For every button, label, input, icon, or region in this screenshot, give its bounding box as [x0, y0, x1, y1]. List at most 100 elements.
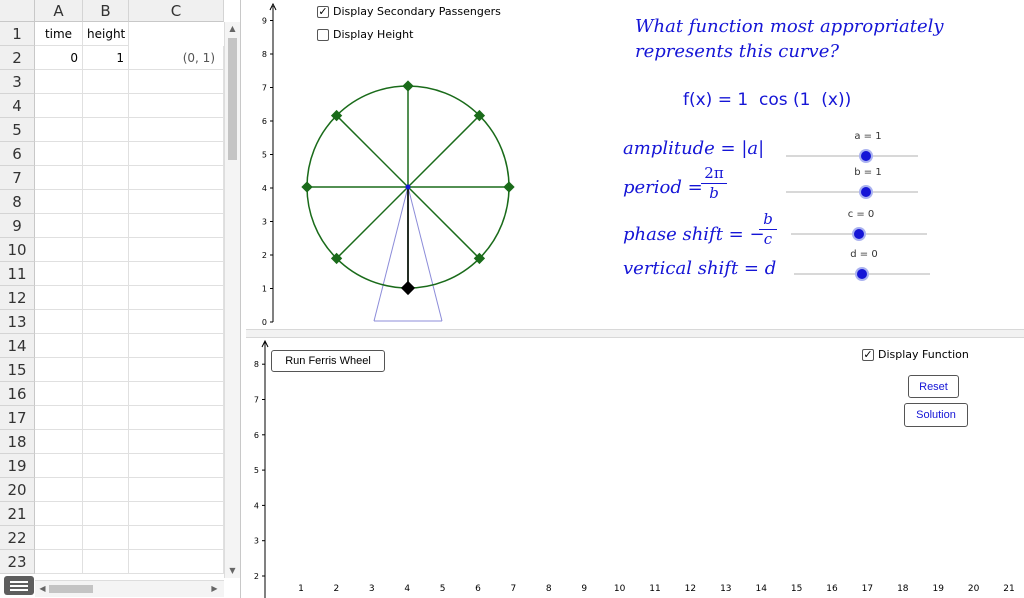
- cell-c16[interactable]: [129, 382, 224, 406]
- horizontal-scrollbar[interactable]: ◀ ▶: [35, 580, 224, 597]
- panel-divider[interactable]: [246, 329, 1024, 338]
- row-header-11[interactable]: 11: [0, 262, 35, 286]
- cell-a17[interactable]: [35, 406, 83, 430]
- solution-button[interactable]: Solution: [904, 403, 968, 427]
- cell-c14[interactable]: [129, 334, 224, 358]
- cell-a23[interactable]: [35, 550, 83, 574]
- cell-b5[interactable]: [83, 118, 129, 142]
- cell-a7[interactable]: [35, 166, 83, 190]
- cell-a16[interactable]: [35, 382, 83, 406]
- cell-c2[interactable]: (0, 1): [129, 46, 224, 70]
- column-header-a[interactable]: A: [35, 0, 83, 22]
- row-header-3[interactable]: 3: [0, 70, 35, 94]
- vertical-scroll-thumb[interactable]: [228, 38, 237, 160]
- cell-a15[interactable]: [35, 358, 83, 382]
- cell-b19[interactable]: [83, 454, 129, 478]
- cell-b23[interactable]: [83, 550, 129, 574]
- cell-b4[interactable]: [83, 94, 129, 118]
- cell-a5[interactable]: [35, 118, 83, 142]
- run-ferris-wheel-button[interactable]: Run Ferris Wheel: [271, 350, 385, 372]
- row-header-19[interactable]: 19: [0, 454, 35, 478]
- row-header-21[interactable]: 21: [0, 502, 35, 526]
- cell-a4[interactable]: [35, 94, 83, 118]
- cell-c8[interactable]: [129, 190, 224, 214]
- keyboard-icon[interactable]: [4, 576, 34, 595]
- scroll-down-arrow-icon[interactable]: ▼: [225, 566, 240, 575]
- cell-c9[interactable]: [129, 214, 224, 238]
- cell-c12[interactable]: [129, 286, 224, 310]
- row-header-16[interactable]: 16: [0, 382, 35, 406]
- checkbox-unchecked-icon[interactable]: [317, 28, 329, 41]
- cell-b7[interactable]: [83, 166, 129, 190]
- row-header-8[interactable]: 8: [0, 190, 35, 214]
- slider-d[interactable]: [792, 264, 932, 284]
- cell-c13[interactable]: [129, 310, 224, 334]
- display-function-checkbox[interactable]: ✓ Display Function: [862, 348, 969, 361]
- cell-b15[interactable]: [83, 358, 129, 382]
- row-header-17[interactable]: 17: [0, 406, 35, 430]
- cell-b21[interactable]: [83, 502, 129, 526]
- cell-a20[interactable]: [35, 478, 83, 502]
- cell-a3[interactable]: [35, 70, 83, 94]
- scroll-right-arrow-icon[interactable]: ▶: [207, 584, 222, 593]
- row-header-2[interactable]: 2: [0, 46, 35, 70]
- slider-b[interactable]: [784, 182, 920, 202]
- row-header-5[interactable]: 5: [0, 118, 35, 142]
- cell-c23[interactable]: [129, 550, 224, 574]
- cell-a8[interactable]: [35, 190, 83, 214]
- cell-a11[interactable]: [35, 262, 83, 286]
- scroll-up-arrow-icon[interactable]: ▲: [225, 24, 240, 33]
- cell-a14[interactable]: [35, 334, 83, 358]
- cell-b9[interactable]: [83, 214, 129, 238]
- cell-a19[interactable]: [35, 454, 83, 478]
- row-header-18[interactable]: 18: [0, 430, 35, 454]
- cell-a22[interactable]: [35, 526, 83, 550]
- cell-b14[interactable]: [83, 334, 129, 358]
- cell-a9[interactable]: [35, 214, 83, 238]
- row-header-6[interactable]: 6: [0, 142, 35, 166]
- reset-button[interactable]: Reset: [908, 375, 959, 398]
- vertical-scrollbar[interactable]: ▲ ▼: [224, 22, 240, 578]
- cell-c3[interactable]: [129, 70, 224, 94]
- cell-b3[interactable]: [83, 70, 129, 94]
- slider-c[interactable]: [789, 224, 929, 244]
- cell-c21[interactable]: [129, 502, 224, 526]
- checkbox-checked-icon[interactable]: ✓: [862, 348, 874, 361]
- row-header-12[interactable]: 12: [0, 286, 35, 310]
- sheet-corner[interactable]: [0, 0, 35, 22]
- cell-c5[interactable]: [129, 118, 224, 142]
- horizontal-scroll-thumb[interactable]: [49, 585, 93, 593]
- cell-b20[interactable]: [83, 478, 129, 502]
- cell-a6[interactable]: [35, 142, 83, 166]
- column-header-c[interactable]: C: [129, 0, 224, 22]
- cell-a13[interactable]: [35, 310, 83, 334]
- passenger-car[interactable]: [402, 80, 414, 92]
- cell-b1[interactable]: height: [83, 22, 129, 46]
- cell-a21[interactable]: [35, 502, 83, 526]
- cell-c19[interactable]: [129, 454, 224, 478]
- row-header-14[interactable]: 14: [0, 334, 35, 358]
- display-height-checkbox[interactable]: Display Height: [317, 28, 413, 41]
- passenger-car[interactable]: [301, 181, 313, 193]
- cell-c10[interactable]: [129, 238, 224, 262]
- row-header-23[interactable]: 23: [0, 550, 35, 574]
- cell-a12[interactable]: [35, 286, 83, 310]
- cell-b12[interactable]: [83, 286, 129, 310]
- cell-b18[interactable]: [83, 430, 129, 454]
- row-header-4[interactable]: 4: [0, 94, 35, 118]
- cell-b6[interactable]: [83, 142, 129, 166]
- cell-a18[interactable]: [35, 430, 83, 454]
- secondary-passengers-checkbox[interactable]: ✓ Display Secondary Passengers: [317, 5, 501, 18]
- cell-b17[interactable]: [83, 406, 129, 430]
- cell-b13[interactable]: [83, 310, 129, 334]
- cell-b2[interactable]: 1: [83, 46, 129, 70]
- checkbox-checked-icon[interactable]: ✓: [317, 5, 329, 18]
- cell-c18[interactable]: [129, 430, 224, 454]
- row-header-13[interactable]: 13: [0, 310, 35, 334]
- cell-b11[interactable]: [83, 262, 129, 286]
- cell-c7[interactable]: [129, 166, 224, 190]
- row-header-10[interactable]: 10: [0, 238, 35, 262]
- slider-a[interactable]: [784, 146, 920, 166]
- cell-c6[interactable]: [129, 142, 224, 166]
- cell-b22[interactable]: [83, 526, 129, 550]
